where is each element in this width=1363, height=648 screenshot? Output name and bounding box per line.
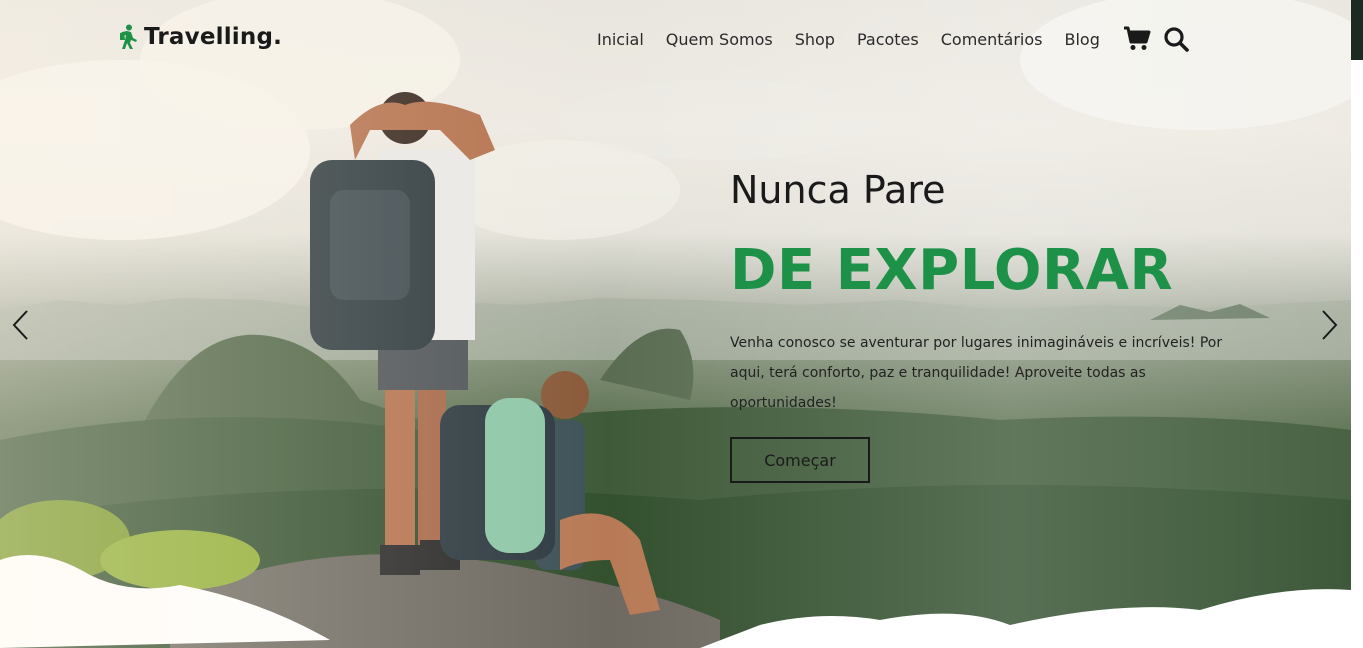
- chevron-right-icon[interactable]: [1318, 308, 1340, 342]
- nav-item-blog[interactable]: Blog: [1065, 30, 1100, 49]
- hero-scene-illustration: [0, 0, 1351, 648]
- page: Travelling. Inicial Quem Somos Shop Paco…: [0, 0, 1363, 648]
- hiker-icon: [118, 24, 140, 50]
- hero-background: [0, 0, 1351, 648]
- start-button[interactable]: Começar: [730, 437, 870, 483]
- search-icon[interactable]: [1163, 26, 1191, 52]
- cart-icon[interactable]: [1123, 26, 1151, 52]
- brand-logo[interactable]: Travelling.: [118, 24, 282, 50]
- scrollbar-thumb[interactable]: [1351, 0, 1363, 60]
- nav-item-shop[interactable]: Shop: [795, 30, 835, 49]
- hero-subtitle: Nunca Pare: [730, 168, 946, 212]
- nav-item-comentarios[interactable]: Comentários: [941, 30, 1043, 49]
- page-scrollbar[interactable]: [1351, 0, 1363, 648]
- chevron-left-icon[interactable]: [10, 308, 32, 342]
- main-nav: Inicial Quem Somos Shop Pacotes Comentár…: [586, 26, 1191, 52]
- brand-name: Travelling.: [144, 24, 283, 50]
- hero-title: DE EXPLORAR: [730, 238, 1174, 303]
- nav-item-inicial[interactable]: Inicial: [597, 30, 644, 49]
- hero-description: Venha conosco se aventurar por lugares i…: [730, 335, 1223, 411]
- nav-item-pacotes[interactable]: Pacotes: [857, 30, 919, 49]
- nav-item-quem-somos[interactable]: Quem Somos: [666, 30, 773, 49]
